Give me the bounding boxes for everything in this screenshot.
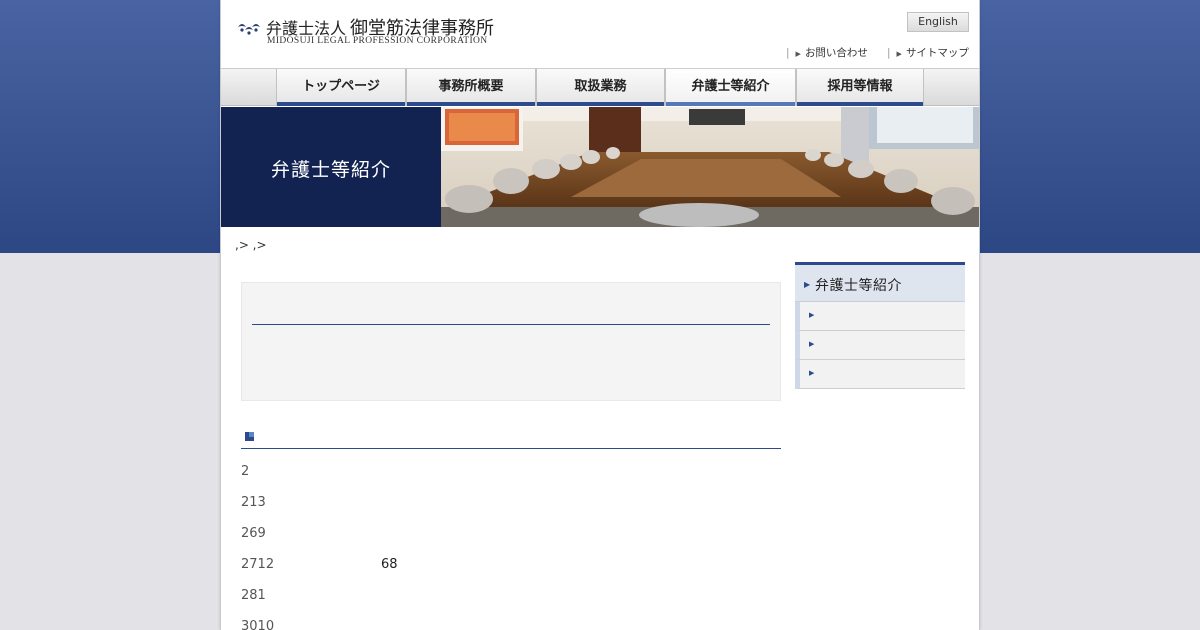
- history-list: 2 213 269 2712 68 281 3010: [241, 464, 781, 630]
- nav-item-about[interactable]: 事務所概要: [406, 69, 536, 106]
- hero-title-panel: 弁護士等紹介: [221, 107, 441, 227]
- breadcrumb[interactable]: ,> ,>: [235, 238, 267, 252]
- arrow-right-icon: ▶: [795, 50, 801, 58]
- history-year: 3010: [241, 619, 275, 630]
- list-item: 2: [241, 464, 781, 495]
- sitemap-label: サイトマップ: [905, 47, 969, 59]
- sidebar-heading[interactable]: ▶ 弁護士等紹介: [795, 262, 965, 302]
- sidebar-item[interactable]: ▶: [795, 360, 965, 389]
- triangle-right-icon: ▶: [804, 280, 811, 289]
- sidebar-item[interactable]: ▶: [795, 331, 965, 360]
- global-nav: トップページ 事務所概要 取扱業務 弁護士等紹介 採用等情報: [221, 68, 979, 106]
- section-heading: [241, 428, 781, 449]
- conference-room-photo: [441, 107, 979, 227]
- nav-item-practice[interactable]: 取扱業務: [536, 69, 665, 106]
- divider: |: [887, 47, 891, 59]
- nav-item-top[interactable]: トップページ: [276, 69, 406, 106]
- sidebar-heading-label: 弁護士等紹介: [815, 278, 902, 294]
- list-item: 213: [241, 495, 781, 526]
- sidebar-nav: ▶ 弁護士等紹介 ▶ ▶ ▶: [795, 262, 965, 389]
- nav-item-recruit[interactable]: 採用等情報: [796, 69, 924, 106]
- hero-title: 弁護士等紹介: [270, 159, 391, 181]
- history-text: 68: [381, 557, 398, 572]
- page-container: 弁護士法人 御堂筋法律事務所 MIDOSUJI LEGAL PROFESSION …: [220, 0, 980, 630]
- triangle-right-icon: ▶: [809, 311, 815, 319]
- history-year: 213: [241, 495, 266, 510]
- firm-name-english: MIDOSUJI LEGAL PROFESSION CORPORATION: [267, 36, 488, 46]
- divider: [252, 324, 770, 325]
- list-item: 2712 68: [241, 557, 781, 588]
- english-button[interactable]: English: [907, 12, 969, 32]
- history-year: 2712: [241, 557, 275, 572]
- contact-link[interactable]: | ▶ お問い合わせ: [786, 45, 868, 60]
- profile-box: [241, 282, 781, 401]
- history-year: 269: [241, 526, 266, 541]
- triangle-right-icon: ▶: [809, 340, 815, 348]
- sidebar-item[interactable]: ▶: [795, 302, 965, 331]
- history-year: 2: [241, 464, 250, 479]
- square-bullet-icon: [245, 432, 254, 441]
- list-item: 281: [241, 588, 781, 619]
- triangle-right-icon: ▶: [809, 369, 815, 377]
- divider: |: [786, 47, 790, 59]
- logo-mark-icon: [238, 24, 260, 35]
- list-item: 3010: [241, 619, 781, 630]
- list-item: 269: [241, 526, 781, 557]
- nav-item-lawyers[interactable]: 弁護士等紹介: [665, 69, 796, 106]
- hero-banner: 弁護士等紹介: [221, 107, 979, 227]
- contact-label: お問い合わせ: [804, 47, 868, 59]
- history-year: 281: [241, 588, 266, 603]
- arrow-right-icon: ▶: [896, 50, 902, 58]
- sitemap-link[interactable]: | ▶ サイトマップ: [887, 45, 969, 60]
